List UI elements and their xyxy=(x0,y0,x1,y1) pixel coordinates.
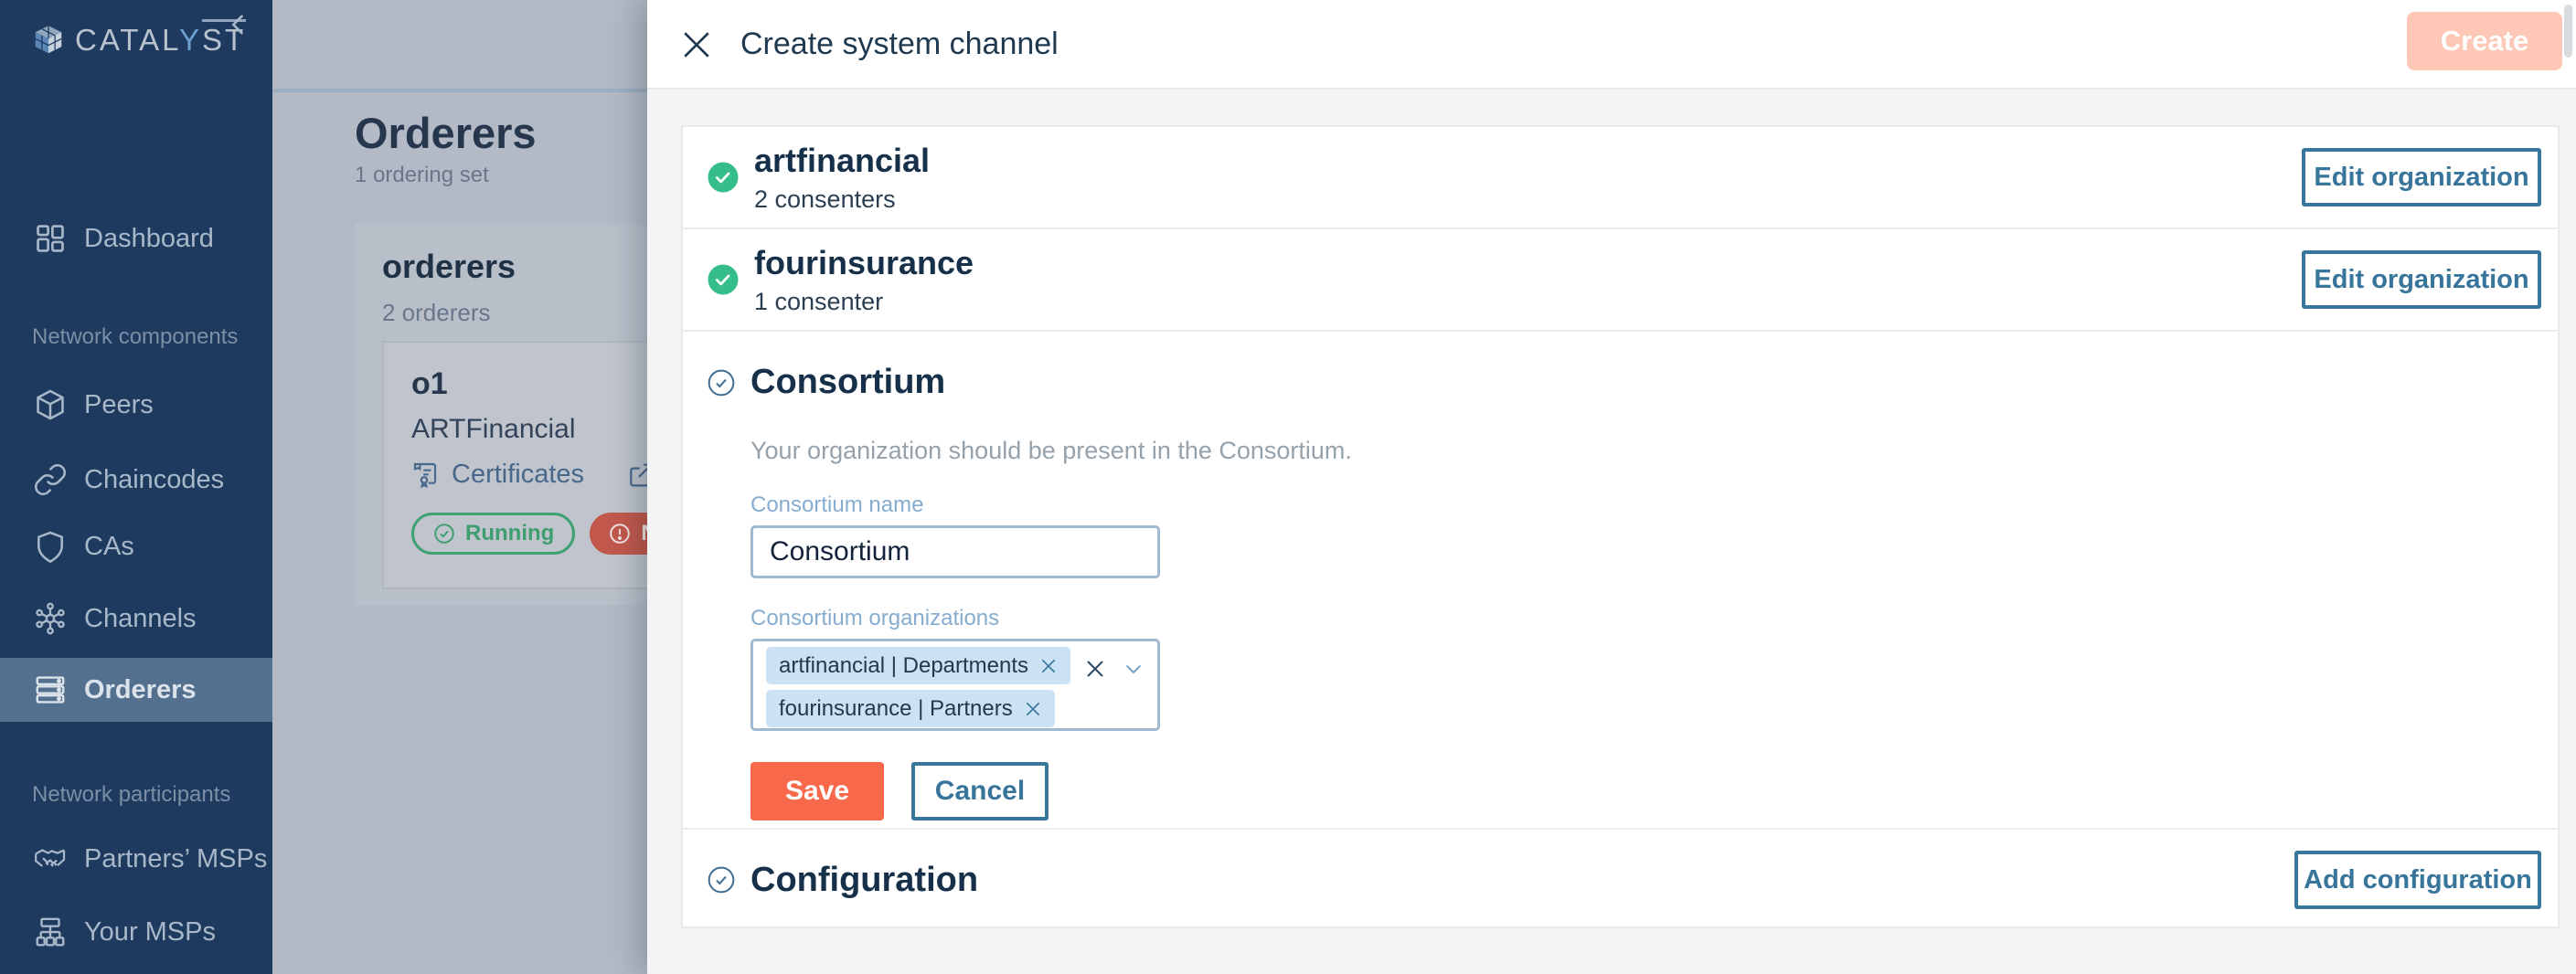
selected-org-tag: artfinancial | Departments xyxy=(766,647,1070,684)
app-root: CATALYST Dashboard Network components Pe… xyxy=(0,0,2576,974)
consortium-section: Consortium Your organization should be p… xyxy=(683,332,2558,830)
chain-link-icon xyxy=(33,462,68,497)
sidebar: CATALYST Dashboard Network components Pe… xyxy=(0,0,272,974)
sidebar-item-partners-msps[interactable]: Partners’ MSPs xyxy=(0,827,272,891)
sidebar-item-label: Peers xyxy=(84,390,154,420)
logo-text: CATALYST xyxy=(75,23,246,58)
organization-row-fourinsurance: fourinsurance 1 consenter Edit organizat… xyxy=(683,229,2558,332)
edit-organization-button[interactable]: Edit organization xyxy=(2302,148,2541,206)
sidebar-item-label: Orderers xyxy=(84,675,197,705)
close-icon[interactable] xyxy=(681,29,712,60)
ordering-set-subtitle: 2 orderers xyxy=(382,299,491,327)
org-hierarchy-icon xyxy=(33,915,68,949)
add-configuration-button[interactable]: Add configuration xyxy=(2294,851,2541,909)
success-check-icon xyxy=(707,263,740,296)
sidebar-item-label: Channels xyxy=(84,604,197,634)
organization-detail: 2 consenters xyxy=(754,185,930,214)
consortium-name-label: Consortium name xyxy=(750,492,2558,518)
external-link-icon xyxy=(626,461,647,490)
ordering-set-panel: orderers 2 orderers o1 ARTFinancial Cert… xyxy=(355,224,647,605)
sidebar-item-peers[interactable]: Peers xyxy=(0,373,272,437)
organization-name: fourinsurance xyxy=(754,244,974,282)
success-check-icon xyxy=(707,161,740,194)
cube-icon xyxy=(33,387,68,422)
organization-row-artfinancial: artfinancial 2 consenters Edit organizat… xyxy=(683,127,2558,229)
status-badge-running: Running xyxy=(411,513,575,555)
certificates-link[interactable]: Certificates xyxy=(411,460,584,490)
sidebar-item-orderers[interactable]: Orderers xyxy=(0,658,272,722)
remove-tag-icon[interactable] xyxy=(1024,700,1042,718)
sidebar-item-label: CAs xyxy=(84,532,134,562)
handshake-icon xyxy=(33,842,68,876)
sidebar-item-cas[interactable]: CAs xyxy=(0,514,272,578)
server-stack-icon xyxy=(33,672,68,707)
save-button[interactable]: Save xyxy=(750,762,884,820)
remove-tag-icon[interactable] xyxy=(1039,657,1058,675)
sidebar-collapse-icon[interactable] xyxy=(223,9,254,40)
sidebar-item-label: Partners’ MSPs xyxy=(84,844,267,874)
orderer-card: o1 ARTFinancial Certificates xyxy=(382,341,647,589)
external-link[interactable]: Link xyxy=(626,460,647,490)
edit-organization-button[interactable]: Edit organization xyxy=(2302,250,2541,309)
consortium-organizations-label: Consortium organizations xyxy=(750,606,2558,631)
sidebar-item-chaincodes[interactable]: Chaincodes xyxy=(0,448,272,512)
clear-all-icon[interactable] xyxy=(1084,658,1106,680)
create-system-channel-modal: Create system channel Create artfinancia… xyxy=(647,0,2576,974)
modal-header: Create system channel Create xyxy=(647,0,2576,90)
selected-org-tag: fourinsurance | Partners xyxy=(766,690,1055,727)
page-title: Orderers xyxy=(355,108,537,158)
alert-circle-icon xyxy=(608,522,632,545)
ordering-set-title: orderers xyxy=(382,248,516,286)
modal-title: Create system channel xyxy=(740,0,1059,88)
consortium-name-input[interactable] xyxy=(750,525,1160,578)
sidebar-item-label: Your MSPs xyxy=(84,917,216,948)
header-divider xyxy=(272,89,647,92)
sidebar-item-label: Chaincodes xyxy=(84,465,224,495)
orderers-page-dimmed: Orderers 1 ordering set orderers 2 order… xyxy=(272,0,647,974)
page-subtitle: 1 ordering set xyxy=(355,163,489,188)
consortium-heading: Consortium xyxy=(750,363,945,402)
dashboard-icon xyxy=(33,221,68,256)
modal-content-card: artfinancial 2 consenters Edit organizat… xyxy=(681,125,2560,928)
sidebar-section-participants: Network participants xyxy=(32,782,230,808)
configuration-section: Configuration Add configuration xyxy=(683,830,2558,930)
consortium-organizations-select[interactable]: artfinancial | Departments fourinsurance… xyxy=(750,639,1160,731)
orderer-organization: ARTFinancial xyxy=(411,414,576,445)
sidebar-item-channels[interactable]: Channels xyxy=(0,587,272,651)
sidebar-item-dashboard[interactable]: Dashboard xyxy=(0,206,272,270)
configuration-heading: Configuration xyxy=(750,861,978,900)
create-button[interactable]: Create xyxy=(2407,12,2562,70)
catalyst-cube-icon xyxy=(31,23,66,58)
circled-check-icon xyxy=(707,865,736,895)
circled-check-icon xyxy=(707,368,736,397)
organization-detail: 1 consenter xyxy=(754,288,974,316)
sidebar-item-label: Dashboard xyxy=(84,224,214,254)
certificate-icon xyxy=(411,461,441,490)
shield-icon xyxy=(33,529,68,564)
organization-name: artfinancial xyxy=(754,142,930,180)
scrollbar-thumb[interactable] xyxy=(2564,5,2572,58)
sidebar-item-your-msps[interactable]: Your MSPs xyxy=(0,900,272,964)
check-circle-icon xyxy=(432,522,456,545)
chevron-down-icon[interactable] xyxy=(1123,658,1144,680)
consortium-hint: Your organization should be present in t… xyxy=(750,437,2558,465)
orderer-name: o1 xyxy=(411,366,448,402)
status-badge-warning: No gene xyxy=(590,513,647,555)
sidebar-section-components: Network components xyxy=(32,324,238,350)
cancel-button[interactable]: Cancel xyxy=(911,762,1048,820)
network-hub-icon xyxy=(33,601,68,636)
